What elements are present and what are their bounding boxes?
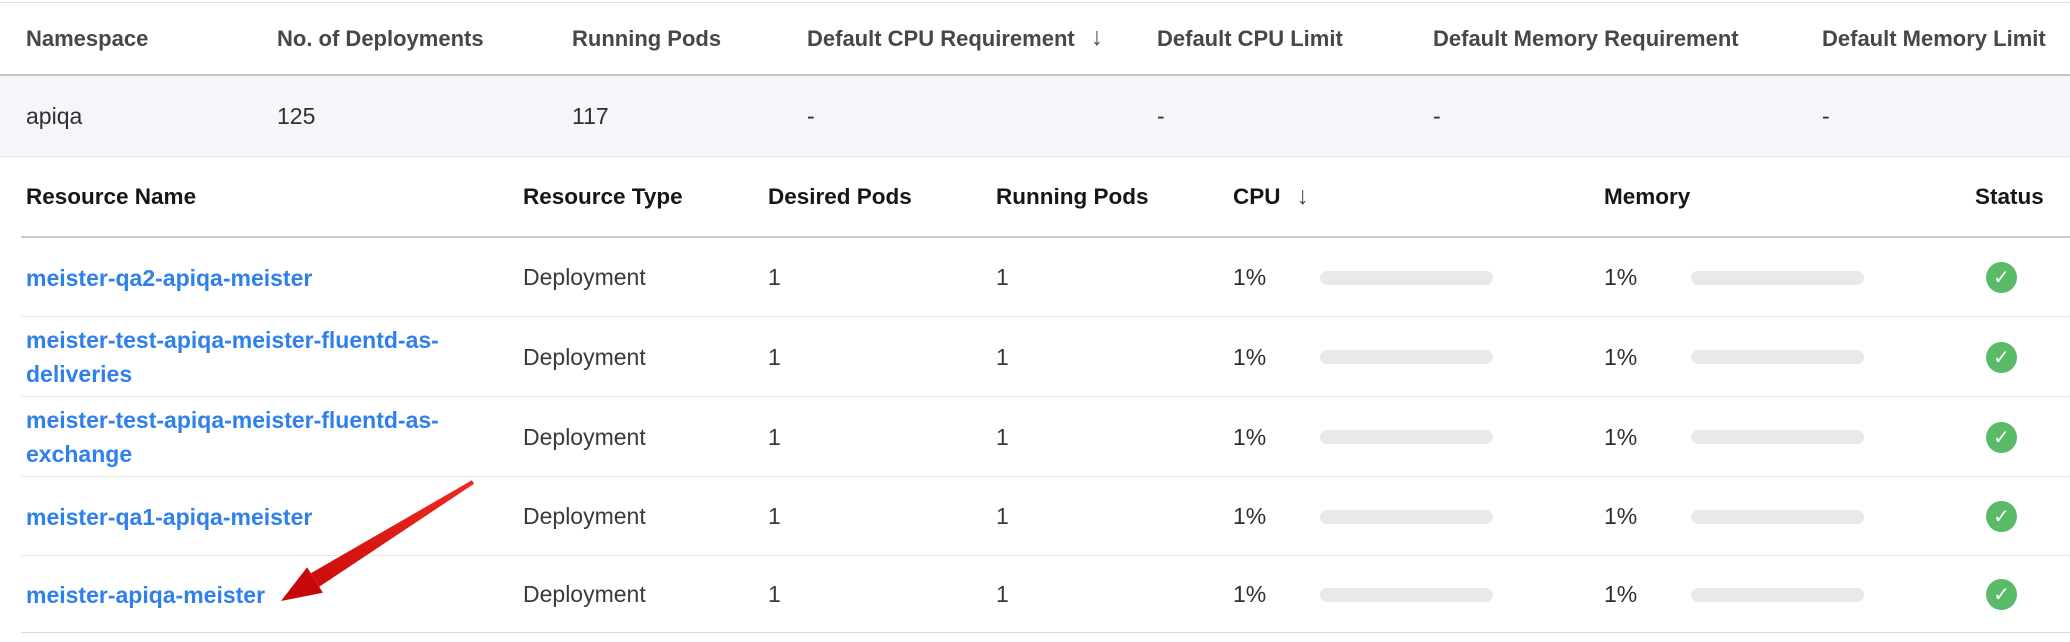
header-default-cpu-limit-label: Default CPU Limit (1157, 26, 1343, 52)
header-running-pods-2[interactable]: Running Pods (996, 157, 1148, 237)
table-bottom-border (21, 632, 2070, 633)
header-default-memory-requirement[interactable]: Default Memory Requirement (1433, 3, 1739, 74)
resource-link-annotated[interactable]: meister-apiqa-meister (26, 582, 265, 608)
header-default-memory-limit[interactable]: Default Memory Limit (1822, 3, 2046, 74)
header-namespace-label: Namespace (26, 26, 148, 52)
resource-link[interactable]: meister-test-apiqa-meister-fluentd-as-ex… (26, 407, 439, 467)
header-default-memory-limit-label: Default Memory Limit (1822, 26, 2046, 52)
memory-percent: 1% (1604, 581, 1691, 608)
namespace-row-apiqa[interactable]: apiqa 125 117 - - - - (0, 76, 2070, 157)
namespace-memory-limit-value: - (1822, 76, 1830, 156)
running-pods-value: 1 (996, 238, 1009, 317)
cpu-percent: 1% (1233, 344, 1320, 371)
status-healthy-icon: ✓ (1986, 422, 2017, 453)
header-resource-type[interactable]: Resource Type (523, 157, 683, 237)
header-default-memory-requirement-label: Default Memory Requirement (1433, 26, 1739, 52)
namespace-name: apiqa (26, 76, 82, 156)
header-status[interactable]: Status (1975, 157, 2044, 237)
header-resource-name-label: Resource Name (26, 184, 196, 210)
header-cpu-label: CPU (1233, 184, 1281, 210)
resource-type: Deployment (523, 238, 646, 317)
running-pods-value: 1 (996, 397, 1009, 477)
resource-link[interactable]: meister-qa2-apiqa-meister (26, 265, 312, 291)
cpu-percent: 1% (1233, 581, 1320, 608)
header-resource-name[interactable]: Resource Name (26, 157, 196, 237)
resource-type: Deployment (523, 397, 646, 477)
resource-table-header: Resource Name Resource Type Desired Pods… (0, 157, 2070, 237)
sort-descending-icon: ↓ (1297, 182, 1310, 211)
header-running-pods-2-label: Running Pods (996, 184, 1148, 210)
cpu-usage-bar (1320, 271, 1493, 285)
header-desired-pods-label: Desired Pods (768, 184, 912, 210)
table-row: meister-test-apiqa-meister-fluentd-as-de… (0, 317, 2070, 397)
memory-usage-bar (1691, 510, 1864, 524)
desired-pods-value: 1 (768, 477, 781, 556)
namespace-deployments-count: 125 (277, 76, 315, 156)
header-default-cpu-requirement-label: Default CPU Requirement (807, 26, 1075, 52)
resource-link[interactable]: meister-qa1-apiqa-meister (26, 504, 312, 530)
cpu-usage-bar (1320, 350, 1493, 364)
namespace-detail-page: Namespace No. of Deployments Running Pod… (0, 0, 2070, 642)
header-deployments[interactable]: No. of Deployments (277, 3, 484, 74)
cpu-usage-bar (1320, 588, 1493, 602)
namespace-cpu-requirement-value: - (807, 76, 815, 156)
namespace-cpu-limit-value: - (1157, 76, 1165, 156)
table-row: meister-qa1-apiqa-meister Deployment 1 1… (0, 477, 2070, 556)
namespace-running-pods-count: 117 (572, 76, 609, 156)
header-running-pods[interactable]: Running Pods (572, 3, 721, 74)
header-deployments-label: No. of Deployments (277, 26, 484, 52)
header-default-cpu-requirement[interactable]: Default CPU Requirement ↓ (807, 3, 1103, 74)
cpu-percent: 1% (1233, 503, 1320, 530)
header-resource-type-label: Resource Type (523, 184, 683, 210)
table-row: meister-qa2-apiqa-meister Deployment 1 1… (0, 238, 2070, 317)
resource-type: Deployment (523, 477, 646, 556)
memory-usage-bar (1691, 350, 1864, 364)
desired-pods-value: 1 (768, 556, 781, 633)
desired-pods-value: 1 (768, 317, 781, 397)
status-healthy-icon: ✓ (1986, 579, 2017, 610)
sort-descending-icon: ↓ (1091, 23, 1104, 52)
running-pods-value: 1 (996, 317, 1009, 397)
memory-percent: 1% (1604, 424, 1691, 451)
header-desired-pods[interactable]: Desired Pods (768, 157, 912, 237)
cpu-usage-bar (1320, 430, 1493, 444)
cpu-usage-bar (1320, 510, 1493, 524)
desired-pods-value: 1 (768, 238, 781, 317)
resource-type: Deployment (523, 317, 646, 397)
status-healthy-icon: ✓ (1986, 262, 2017, 293)
resource-link[interactable]: meister-test-apiqa-meister-fluentd-as-de… (26, 327, 439, 387)
memory-percent: 1% (1604, 264, 1691, 291)
memory-usage-bar (1691, 271, 1864, 285)
header-default-cpu-limit[interactable]: Default CPU Limit (1157, 3, 1343, 74)
memory-percent: 1% (1604, 503, 1691, 530)
memory-usage-bar (1691, 430, 1864, 444)
status-healthy-icon: ✓ (1986, 342, 2017, 373)
running-pods-value: 1 (996, 477, 1009, 556)
memory-percent: 1% (1604, 344, 1691, 371)
status-healthy-icon: ✓ (1986, 501, 2017, 532)
table-row: meister-apiqa-meister Deployment 1 1 1% … (0, 556, 2070, 633)
header-cpu[interactable]: CPU ↓ (1233, 157, 1309, 237)
cpu-percent: 1% (1233, 264, 1320, 291)
namespace-table-header: Namespace No. of Deployments Running Pod… (0, 3, 2070, 76)
header-memory-label: Memory (1604, 184, 1690, 210)
header-namespace[interactable]: Namespace (26, 3, 148, 74)
header-memory[interactable]: Memory (1604, 157, 1690, 237)
desired-pods-value: 1 (768, 397, 781, 477)
table-row: meister-test-apiqa-meister-fluentd-as-ex… (0, 397, 2070, 477)
header-running-pods-label: Running Pods (572, 26, 721, 52)
resource-type: Deployment (523, 556, 646, 633)
namespace-memory-requirement-value: - (1433, 76, 1441, 156)
memory-usage-bar (1691, 588, 1864, 602)
running-pods-value: 1 (996, 556, 1009, 633)
header-status-label: Status (1975, 184, 2044, 210)
resource-table-body: meister-qa2-apiqa-meister Deployment 1 1… (0, 238, 2070, 633)
cpu-percent: 1% (1233, 424, 1320, 451)
